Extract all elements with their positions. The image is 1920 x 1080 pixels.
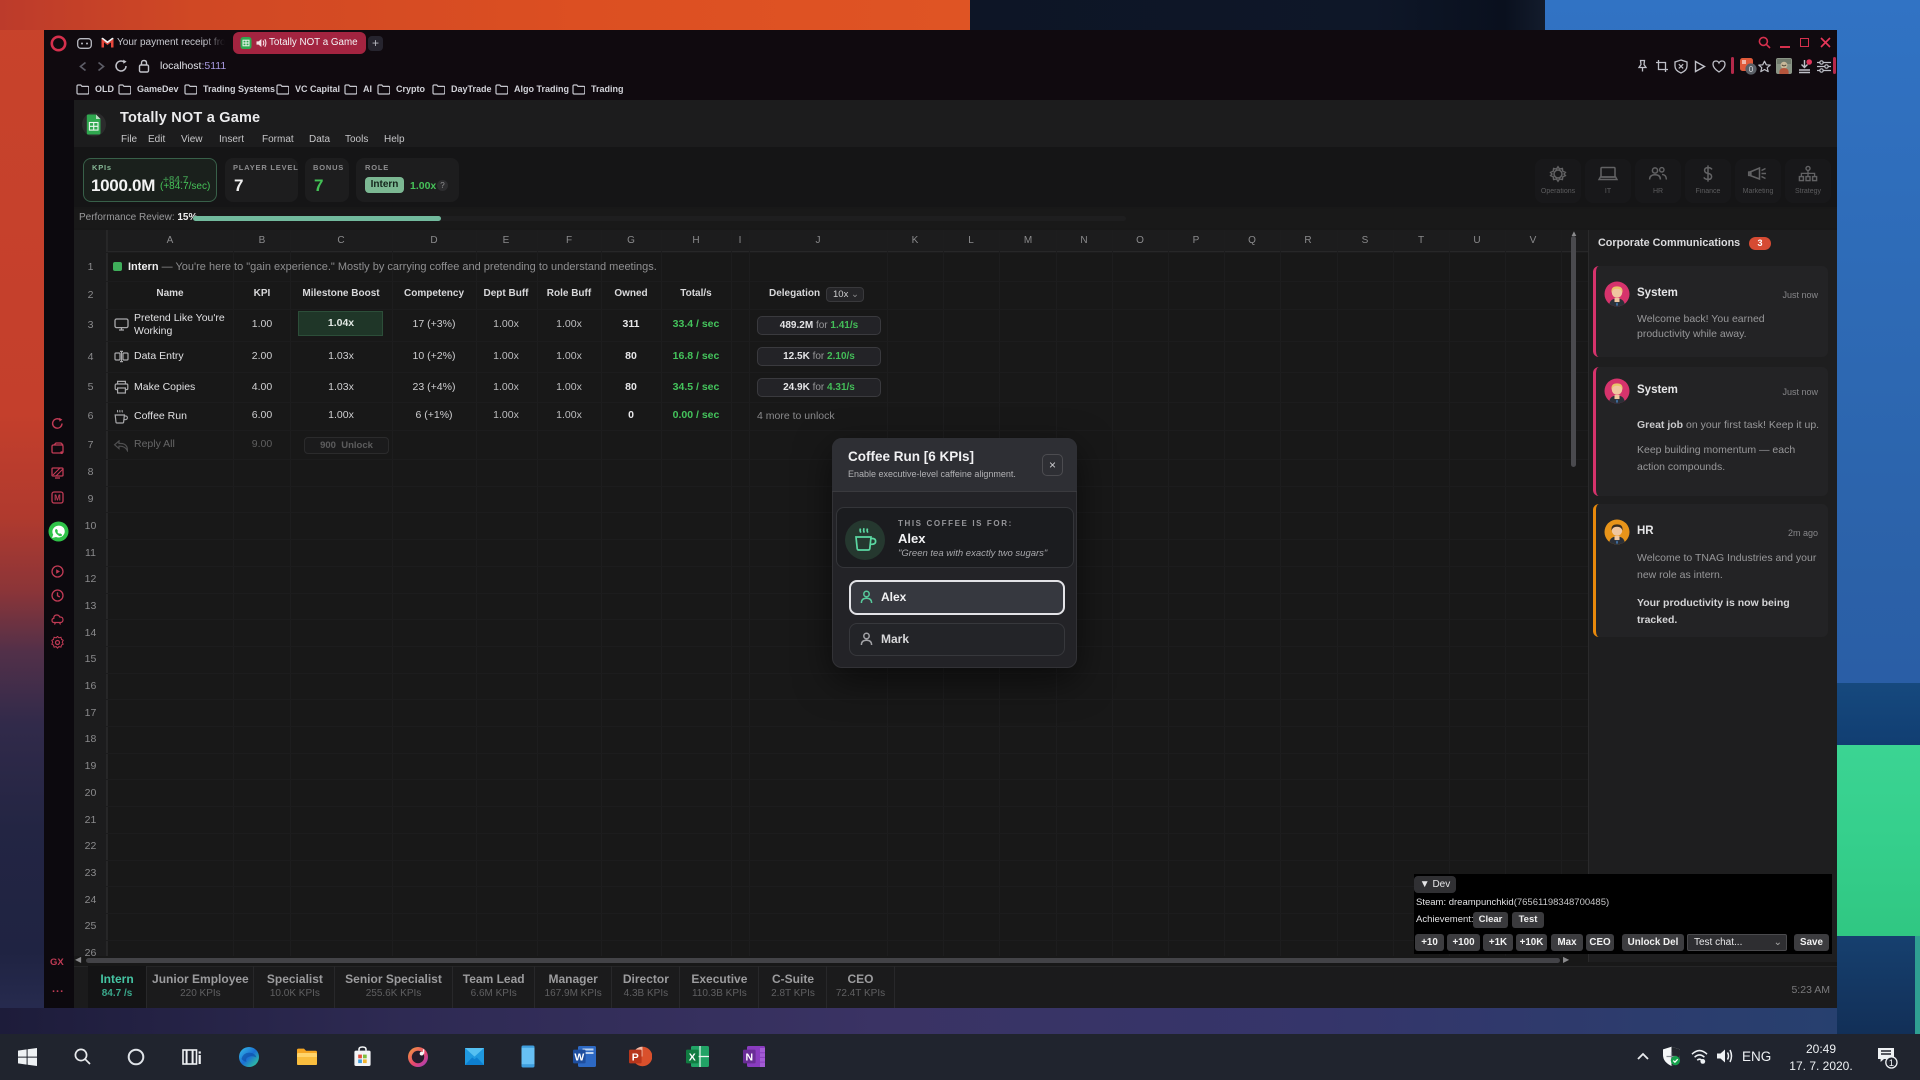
svg-text:0: 0 — [1749, 65, 1754, 74]
svg-text:1: 1 — [1889, 1058, 1894, 1069]
svg-text:X: X — [689, 1051, 696, 1063]
svg-text:P: P — [632, 1051, 639, 1063]
svg-text:M: M — [54, 494, 61, 503]
svg-text:W: W — [574, 1051, 584, 1063]
svg-text:N: N — [746, 1051, 754, 1063]
